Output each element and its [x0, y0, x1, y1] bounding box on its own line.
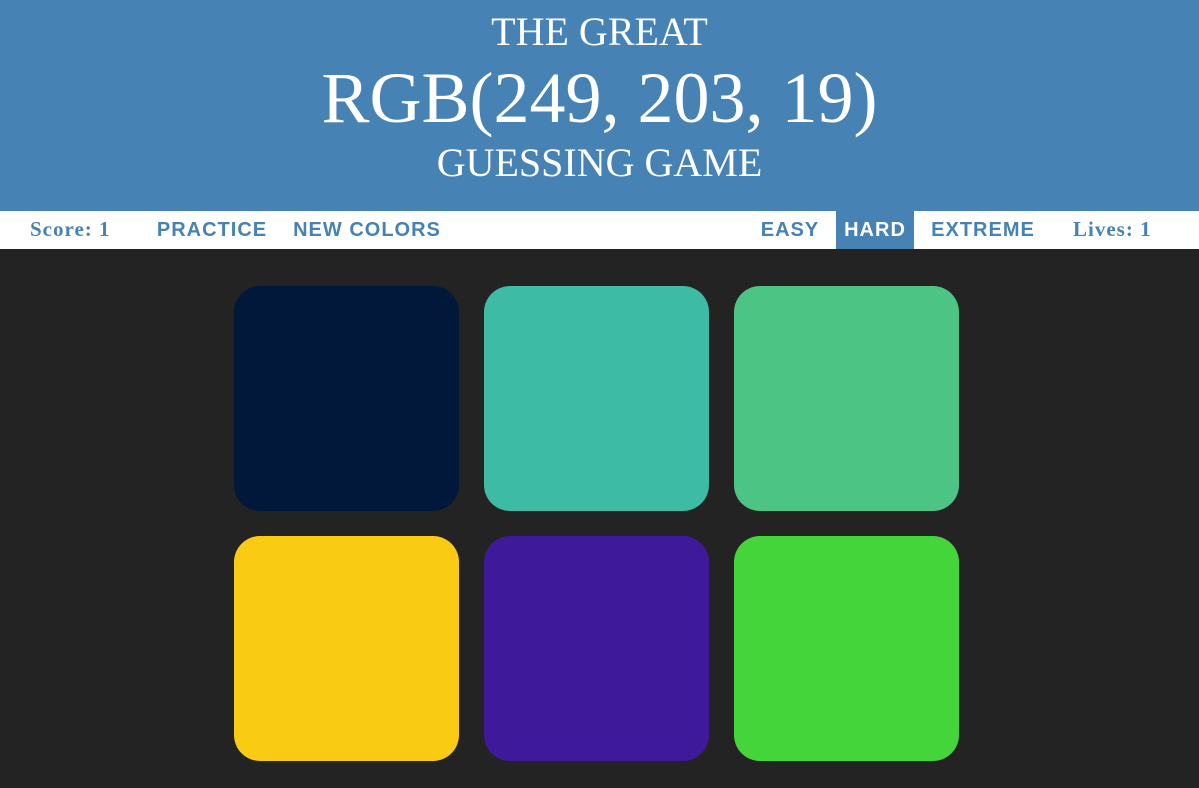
practice-button[interactable]: PRACTICE [152, 211, 272, 249]
color-square-2[interactable] [484, 286, 709, 511]
color-square-3[interactable] [734, 286, 959, 511]
hard-mode-button[interactable]: HARD [836, 211, 914, 249]
target-rgb-display: RGB(249, 203, 19) [321, 58, 878, 138]
lives-display: Lives: 1 [1073, 217, 1152, 241]
color-square-4[interactable] [234, 536, 459, 761]
color-square-5[interactable] [484, 536, 709, 761]
title-guessing-game: GUESSING GAME [436, 140, 763, 185]
score-display: Score: 1 [30, 217, 111, 241]
title-the-great: THE GREAT [491, 9, 708, 54]
header-banner: THE GREAT RGB(249, 203, 19) GUESSING GAM… [0, 0, 1199, 211]
control-stripe: Score: 1 PRACTICE NEW COLORS EASY HARD E… [0, 211, 1199, 249]
extreme-mode-button[interactable]: EXTREME [924, 211, 1042, 249]
color-square-1[interactable] [234, 286, 459, 511]
new-colors-button[interactable]: NEW COLORS [288, 211, 446, 249]
easy-mode-button[interactable]: EASY [754, 211, 826, 249]
color-square-6[interactable] [734, 536, 959, 761]
color-board [0, 249, 1199, 788]
